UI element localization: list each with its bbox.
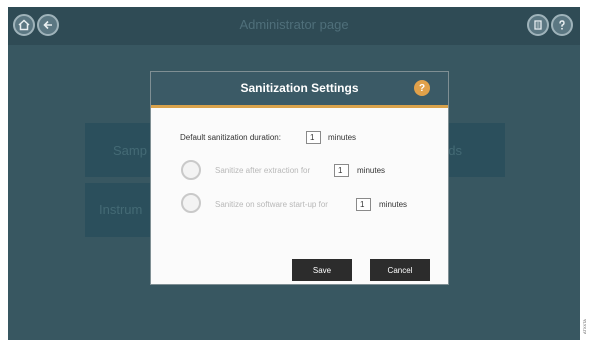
default-duration-unit: minutes	[328, 133, 357, 142]
manual-icon	[534, 20, 542, 30]
top-bar: Administrator page	[8, 7, 580, 45]
on-startup-label: Sanitize on software start-up for	[215, 200, 328, 209]
after-extraction-label: Sanitize after extraction for	[215, 166, 311, 175]
app-screen: Administrator page Samp ods Instrum Sani…	[8, 7, 580, 340]
cancel-button[interactable]: Cancel	[370, 259, 430, 281]
help-icon	[559, 20, 565, 30]
save-button[interactable]: Save	[292, 259, 352, 281]
dialog-title: Sanitization Settings	[240, 81, 359, 95]
dialog-help-icon[interactable]: ?	[414, 80, 430, 96]
sanitization-settings-dialog: Sanitization Settings ? Default sanitiza…	[151, 72, 448, 284]
after-extraction-input[interactable]: 1	[334, 164, 349, 177]
after-extraction-unit: minutes	[357, 166, 386, 175]
on-startup-input[interactable]: 1	[356, 198, 371, 211]
page-title: Administrator page	[239, 17, 349, 32]
default-duration-input[interactable]: 1	[306, 131, 321, 144]
figure-id: ATXXTA	[582, 319, 587, 334]
help-button[interactable]	[551, 14, 573, 36]
dialog-header: Sanitization Settings ?	[151, 72, 448, 108]
default-duration-label: Default sanitization duration:	[180, 133, 281, 142]
on-startup-radio[interactable]	[181, 193, 201, 213]
on-startup-unit: minutes	[379, 200, 408, 209]
after-extraction-radio[interactable]	[181, 160, 201, 180]
manual-button[interactable]	[527, 14, 549, 36]
